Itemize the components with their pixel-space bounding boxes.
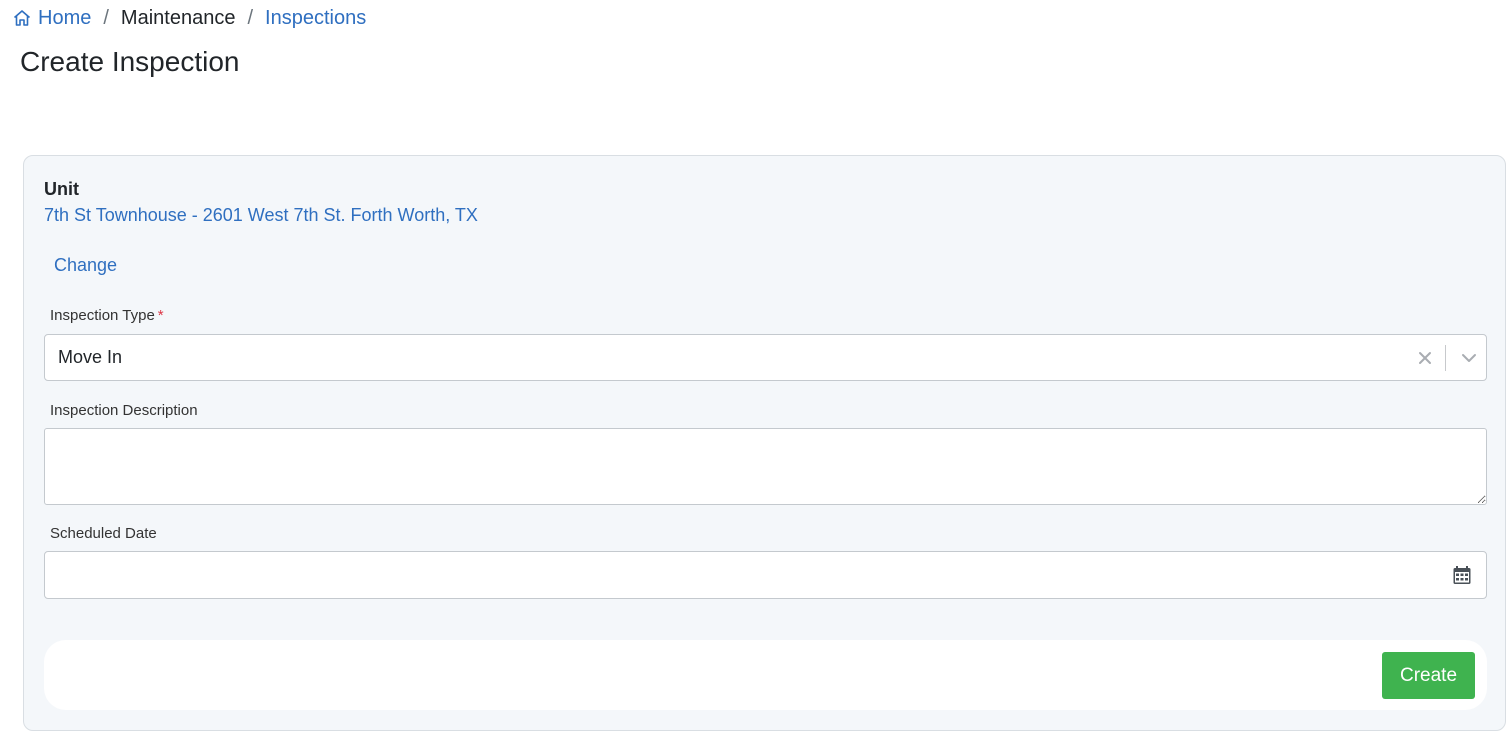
chevron-down-icon[interactable]: [1452, 344, 1486, 372]
required-marker: *: [157, 307, 164, 324]
breadcrumb-separator: /: [247, 6, 254, 29]
scheduled-date-field[interactable]: [44, 551, 1487, 599]
home-icon: [12, 8, 32, 28]
breadcrumb-separator: /: [103, 6, 109, 29]
breadcrumb: Home / Maintenance / Inspections: [12, 5, 366, 31]
inspection-form-card: Unit 7th St Townhouse - 2601 West 7th St…: [23, 155, 1506, 731]
scheduled-date-label: Scheduled Date: [50, 525, 157, 542]
create-button[interactable]: Create: [1382, 652, 1475, 699]
unit-heading: Unit: [44, 179, 79, 199]
inspection-type-select[interactable]: Move In: [44, 334, 1487, 381]
breadcrumb-home-label: Home: [38, 6, 92, 29]
change-unit-link[interactable]: Change: [54, 255, 117, 276]
close-icon[interactable]: [1411, 344, 1439, 372]
select-divider: [1445, 344, 1446, 371]
form-actions-bar: Create: [44, 640, 1487, 710]
page-title: Create Inspection: [20, 46, 240, 77]
inspection-description-input[interactable]: [44, 428, 1487, 505]
inspection-type-label: Inspection Type *: [50, 307, 164, 324]
breadcrumb-maintenance: Maintenance: [120, 6, 236, 29]
scheduled-date-input[interactable]: [45, 552, 1425, 598]
calendar-icon[interactable]: [1452, 565, 1472, 585]
breadcrumb-home-link[interactable]: Home: [12, 7, 91, 30]
unit-address-link[interactable]: 7th St Townhouse - 2601 West 7th St. For…: [44, 205, 478, 226]
breadcrumb-inspections-link[interactable]: Inspections: [265, 7, 366, 30]
inspection-type-value: Move In: [58, 347, 123, 367]
inspection-description-label: Inspection Description: [50, 402, 198, 419]
